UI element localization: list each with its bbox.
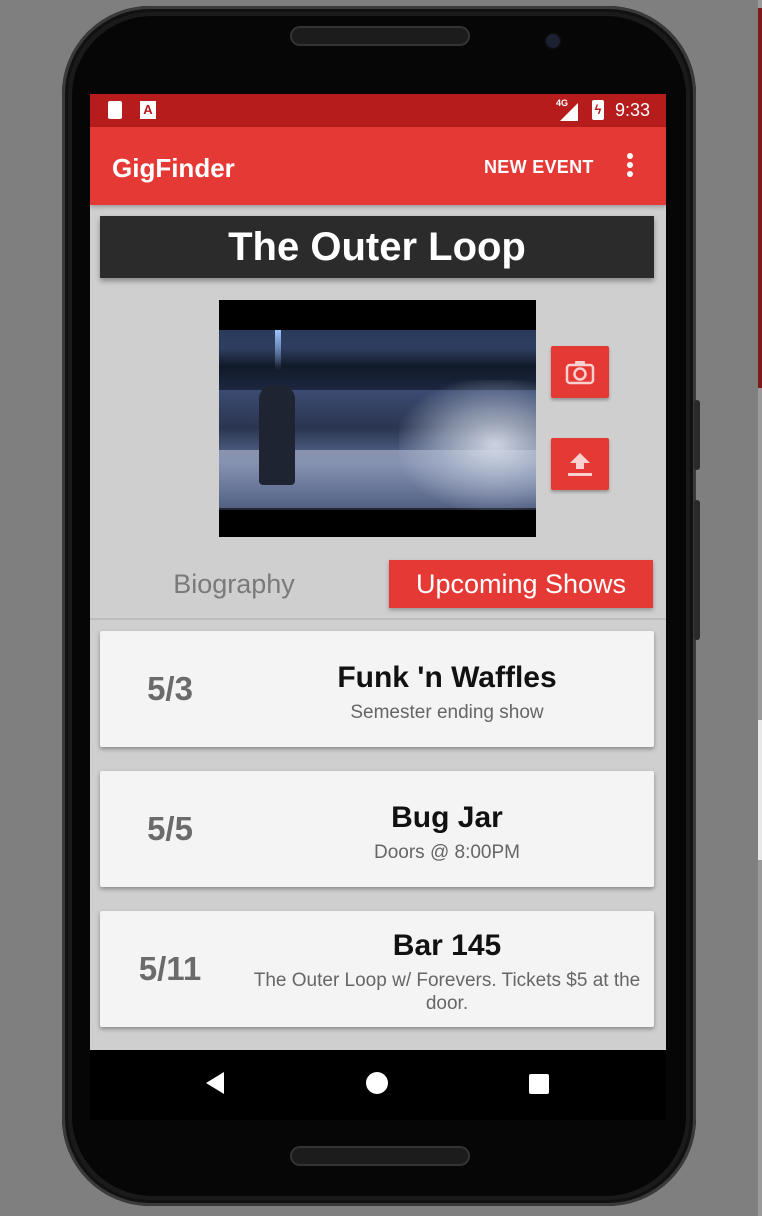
front-camera [546,34,560,48]
tab-biography[interactable]: Biography [130,560,338,608]
battery-charging-icon: ϟ [592,100,604,120]
upload-photo-button[interactable] [551,438,609,490]
show-venue: Bug Jar [391,801,503,834]
back-icon[interactable] [206,1072,224,1094]
top-speaker [290,26,470,46]
show-description: Semester ending show [350,702,544,723]
tab-upcoming-shows[interactable]: Upcoming Shows [389,560,653,608]
bottom-speaker [290,1146,470,1166]
status-bar: A 4G ϟ 9:33 [90,94,666,127]
show-card[interactable]: 5/5 Bug Jar Doors @ 8:00PM [100,771,654,887]
more-vert-icon[interactable] [626,153,634,181]
power-button [694,500,700,640]
show-card[interactable]: 5/11 Bar 145 The Outer Loop w/ Forevers.… [100,911,654,1027]
background-window-edge [758,0,762,1216]
upload-icon [568,453,592,476]
recent-apps-icon[interactable] [529,1074,549,1094]
background-window-accent [758,8,762,388]
status-time: 9:33 [615,100,651,120]
show-description: Doors @ 8:00PM [373,842,520,863]
home-icon[interactable] [366,1072,388,1094]
band-photo [219,300,536,537]
sd-card-icon [108,101,122,119]
show-date: 5/5 [147,810,193,847]
camera-icon [565,361,595,385]
app-bar: GigFinder NEW EVENT [90,127,666,205]
tab-divider [90,618,666,620]
navigation-bar [90,1050,666,1120]
background-window-panel [758,720,762,860]
take-photo-button[interactable] [551,346,609,398]
show-description: The Outer Loop w/ Forevers. Tickets $5 a… [253,970,641,1014]
app-screen: A 4G ϟ 9:33 GigFinder NEW EVENT The Oute… [90,94,666,1050]
show-card[interactable]: 5/3 Funk 'n Waffles Semester ending show [100,631,654,747]
app-title: GigFinder [112,153,235,183]
show-venue: Bar 145 [392,929,502,962]
show-venue: Funk 'n Waffles [337,661,557,694]
app-notification-icon: A [140,101,156,119]
new-event-button[interactable]: NEW EVENT [484,157,594,178]
signal-icon [560,103,578,121]
volume-button [694,400,700,470]
show-date: 5/11 [138,950,202,987]
band-name: The Outer Loop [100,216,654,278]
show-date: 5/3 [147,670,193,707]
